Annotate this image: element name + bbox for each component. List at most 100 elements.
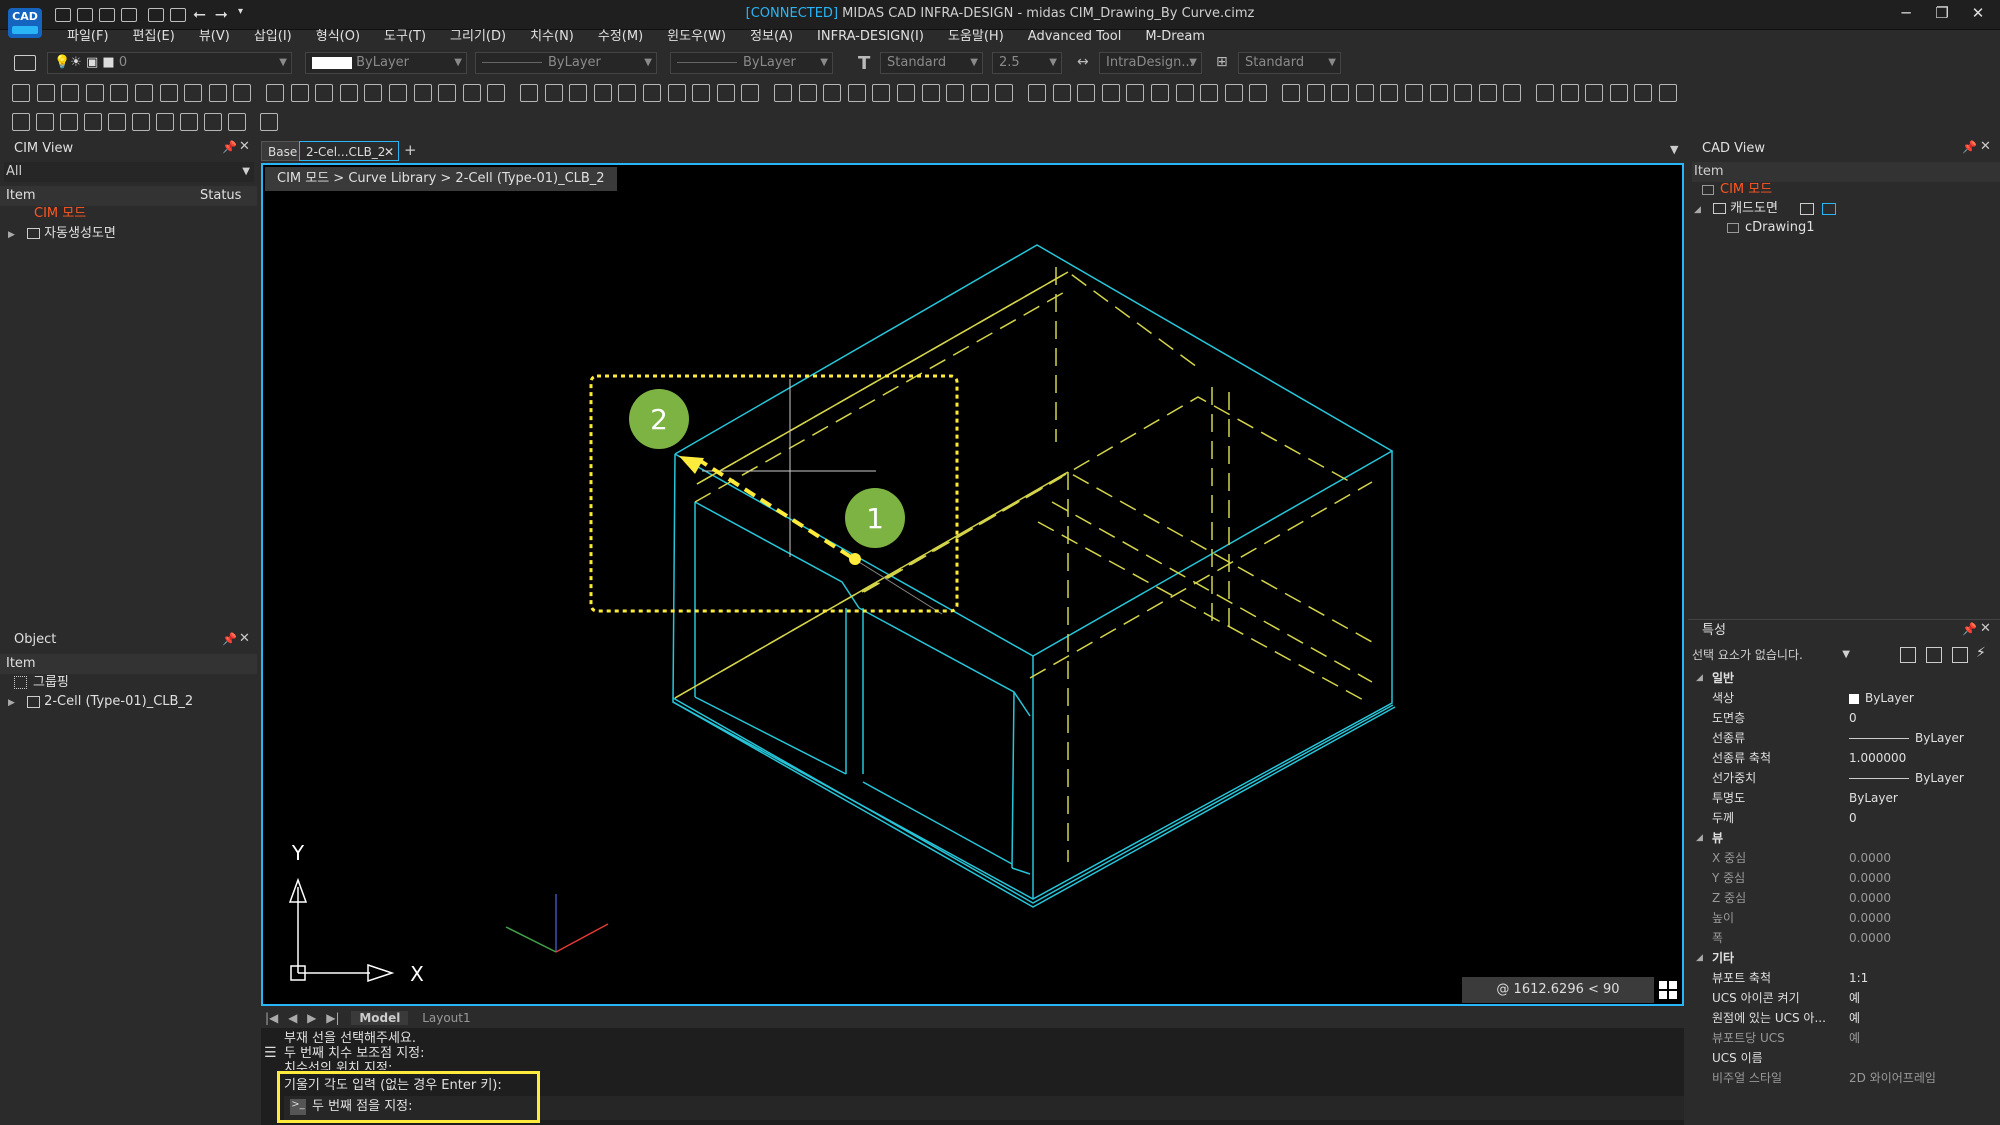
linetype-combo[interactable]: ByLayer ▼ — [475, 52, 657, 74]
toolbar-tool-icon[interactable] — [1429, 84, 1448, 102]
property-row[interactable]: 두께 0 — [0, 808, 2000, 828]
selection-dropdown[interactable]: 선택 요소가 없습니다. ▼ — [1692, 645, 1854, 665]
cim-tree-item-auto-drawing[interactable]: ▶ 자동생성도면 — [8, 224, 116, 244]
toolbar-tool-icon[interactable] — [228, 113, 246, 131]
toolbar-tool-icon[interactable] — [1077, 84, 1096, 102]
tab-list-dropdown-icon[interactable]: ▼ — [1670, 143, 1678, 156]
toolbar-tool-icon[interactable] — [716, 84, 735, 102]
toolbar-tool-icon[interactable] — [774, 84, 792, 102]
menu-item[interactable]: 그리기(D) — [438, 26, 518, 48]
settings-icon[interactable]: ⚡ — [1976, 645, 1986, 661]
dim-style-icon[interactable]: ↔ — [1077, 54, 1089, 70]
toolbar-tool-icon[interactable] — [156, 113, 174, 131]
toolbar-tool-icon[interactable] — [85, 84, 104, 102]
toolbar-tool-icon[interactable] — [159, 84, 178, 102]
property-row[interactable]: 높이 0.0000 — [0, 908, 2000, 928]
text-height-combo[interactable]: 2.5 ▼ — [992, 52, 1062, 74]
toolbar-tool-icon[interactable] — [36, 113, 54, 131]
tab-2cell[interactable]: 2-Cel...CLB_2 ✕ — [299, 141, 399, 161]
menu-item[interactable]: 삽입(I) — [242, 26, 304, 48]
toolbar-tool-icon[interactable] — [413, 84, 432, 102]
property-row[interactable]: 뷰포트 축척 1:1 — [0, 968, 2000, 988]
property-row[interactable]: 선종류 축척 1.000000 — [0, 748, 2000, 768]
cim-view-filter[interactable]: All ▼ — [4, 162, 254, 182]
expand-icon[interactable]: ▶ — [8, 230, 15, 240]
toolbar-tool-icon[interactable] — [84, 113, 102, 131]
toolbar-tool-icon[interactable] — [692, 84, 711, 102]
toolbar-tool-icon[interactable] — [667, 84, 686, 102]
toolbar-tool-icon[interactable] — [315, 84, 334, 102]
property-row[interactable]: 뷰포트당 UCS 예 — [0, 1028, 2000, 1048]
toolbar-tool-icon[interactable] — [921, 84, 940, 102]
toolbar-tool-icon[interactable] — [1536, 84, 1554, 102]
menu-item[interactable]: Advanced Tool — [1016, 26, 1134, 48]
menu-item[interactable]: 파일(F) — [55, 26, 121, 48]
property-section[interactable]: ◢ 뷰 — [0, 828, 2000, 848]
property-row[interactable]: 색상 ByLayer — [0, 688, 2000, 708]
property-row[interactable]: UCS 이름 — [0, 1048, 2000, 1068]
menu-item[interactable]: M-Dream — [1133, 26, 1217, 48]
toolbar-tool-icon[interactable] — [135, 84, 153, 102]
lineweight-combo[interactable]: ByLayer ▼ — [670, 52, 833, 74]
close-button[interactable]: ✕ — [1964, 4, 1992, 26]
cim-tree-root[interactable]: CIM 모드 — [34, 204, 86, 224]
toggle-pickadd-icon[interactable] — [1926, 647, 1942, 663]
toolbar-tool-icon[interactable] — [204, 113, 222, 131]
cad-pin-icon[interactable]: 📌 — [1962, 140, 1977, 154]
toolbar-tool-icon[interactable] — [970, 84, 989, 102]
toolbar-tool-icon[interactable] — [1101, 84, 1120, 102]
cad-tree-node[interactable]: ◢ 캐드도면 — [1694, 199, 1837, 219]
props-close-icon[interactable]: ✕ — [1980, 621, 1991, 636]
add-tab-button[interactable]: + — [404, 141, 417, 159]
toolbar-tool-icon[interactable] — [847, 84, 866, 102]
object-pin-icon[interactable]: 📌 — [222, 632, 237, 646]
menu-item[interactable]: INFRA-DESIGN(I) — [805, 26, 936, 48]
cad-tree-root[interactable]: CIM 모드 — [1702, 180, 1772, 200]
toolbar-tool-icon[interactable] — [180, 113, 198, 131]
toolbar-tool-icon[interactable] — [1028, 84, 1046, 102]
toolbar-tool-icon[interactable] — [1560, 84, 1579, 102]
menu-item[interactable]: 형식(O) — [304, 26, 372, 48]
property-row[interactable]: 원점에 있는 UCS 아... 예 — [0, 1008, 2000, 1028]
toolbar-tool-icon[interactable] — [1585, 84, 1604, 102]
quick-select-icon[interactable] — [1900, 647, 1916, 663]
toolbar-tool-icon[interactable] — [1175, 84, 1194, 102]
toolbar-tool-icon[interactable] — [110, 84, 129, 102]
toolbar-tool-icon[interactable] — [897, 84, 915, 102]
toolbar-tool-icon[interactable] — [1282, 84, 1300, 102]
text-style-combo[interactable]: Standard ▼ — [880, 52, 983, 74]
select-objects-icon[interactable] — [1952, 647, 1968, 663]
toolbar-tool-icon[interactable] — [1151, 84, 1169, 102]
toolbar-tool-icon[interactable] — [290, 84, 309, 102]
collapse-icon[interactable]: ◢ — [1696, 828, 1703, 848]
props-pin-icon[interactable]: 📌 — [1962, 622, 1977, 636]
property-row[interactable]: 도면층 0 — [0, 708, 2000, 728]
property-section[interactable]: ◢ 일반 — [0, 668, 2000, 688]
toolbar-tool-icon[interactable] — [60, 113, 78, 131]
toolbar-tool-icon[interactable] — [544, 84, 563, 102]
menu-item[interactable]: 도구(T) — [372, 26, 438, 48]
toolbar-tool-icon[interactable] — [569, 84, 588, 102]
tab-close-icon[interactable]: ✕ — [384, 142, 394, 162]
menu-item[interactable]: 정보(A) — [738, 26, 805, 48]
toolbar-tool-icon[interactable] — [1503, 84, 1522, 102]
property-row[interactable]: 비주얼 스타일 2D 와이어프레임 — [0, 1068, 2000, 1088]
toolbar-tool-icon[interactable] — [438, 84, 457, 102]
object-close-icon[interactable]: ✕ — [239, 631, 250, 646]
toolbar-tool-icon[interactable] — [1224, 84, 1243, 102]
toolbar-tool-icon[interactable] — [1634, 84, 1653, 102]
layer-combo[interactable]: 💡☀ ▣ ■ 0 ▼ — [47, 52, 292, 74]
toolbar-tool-icon[interactable] — [1200, 84, 1219, 102]
toolbar-tool-icon[interactable] — [798, 84, 817, 102]
toolbar-tool-icon[interactable] — [1609, 84, 1628, 102]
collapse-icon[interactable]: ◢ — [1696, 948, 1703, 968]
collapse-icon[interactable]: ◢ — [1696, 668, 1703, 688]
toolbar-tool-icon[interactable] — [593, 84, 612, 102]
toolbar-tool-icon[interactable] — [1405, 84, 1423, 102]
property-row[interactable]: 선가중치 ByLayer — [0, 768, 2000, 788]
pin-icon[interactable]: 📌 — [222, 140, 237, 154]
menu-item[interactable]: 편집(E) — [121, 26, 187, 48]
toolbar-tool-icon[interactable] — [1306, 84, 1325, 102]
toolbar-tool-icon[interactable] — [1380, 84, 1399, 102]
property-row[interactable]: 폭 0.0000 — [0, 928, 2000, 948]
